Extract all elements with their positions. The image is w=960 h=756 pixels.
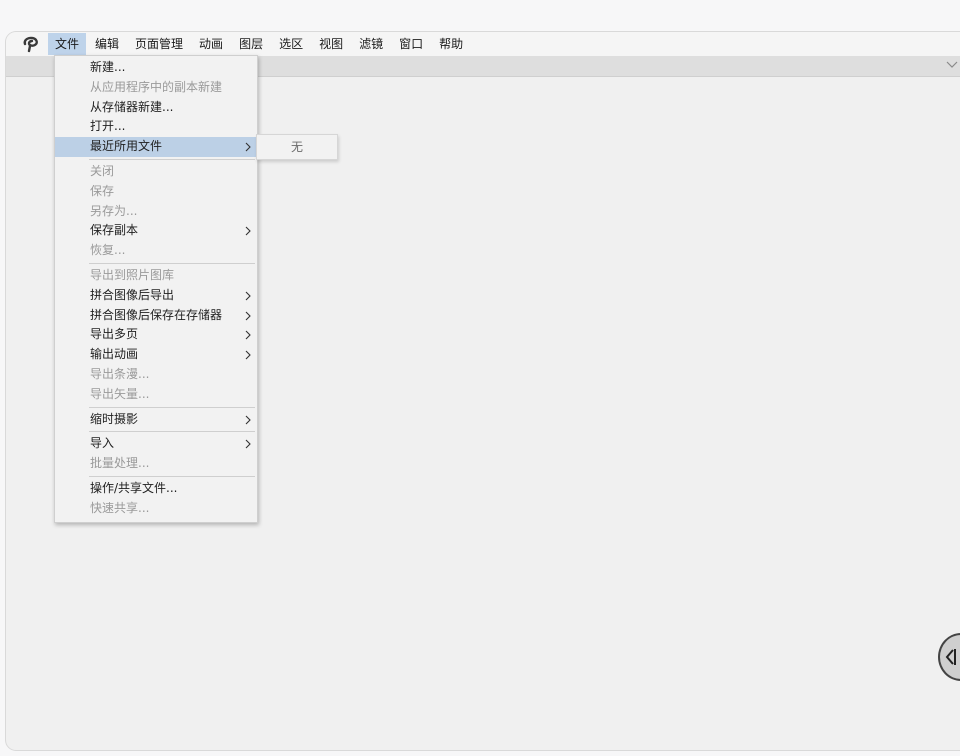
menu-item-timelapse[interactable]: 缩时摄影 (55, 410, 257, 430)
menu-bar: 文件 编辑 页面管理 动画 图层 选区 视图 滤镜 窗口 帮助 (6, 32, 960, 56)
chevron-right-icon (245, 311, 251, 320)
chevron-right-icon (245, 226, 251, 236)
menu-item-export-multiple-pages[interactable]: 导出多页 (55, 325, 257, 345)
menu-item-recent-files[interactable]: 最近所用文件 (55, 137, 257, 157)
chevron-right-icon (245, 142, 251, 152)
chevron-right-icon (245, 439, 251, 449)
menu-item-revert[interactable]: 恢复... (55, 241, 257, 261)
menu-item-close[interactable]: 关闭 (55, 162, 257, 182)
chevron-right-icon (245, 350, 251, 360)
menu-selection[interactable]: 选区 (272, 33, 310, 55)
menu-item-export-flattened[interactable]: 拼合图像后导出 (55, 286, 257, 306)
menu-item-quick-share[interactable]: 快速共享... (55, 499, 257, 519)
menu-item-label: 缩时摄影 (90, 411, 139, 426)
chevron-down-icon[interactable] (946, 59, 958, 71)
chevron-left-icon (945, 649, 956, 665)
menu-item-save-flattened-to-storage[interactable]: 拼合图像后保存在存储器 (55, 306, 257, 326)
menu-item-label: 拼合图像后导出 (90, 287, 175, 302)
menu-edit[interactable]: 编辑 (88, 33, 126, 55)
menu-file[interactable]: 文件 (48, 33, 87, 55)
menu-item-save-as[interactable]: 另存为... (55, 202, 257, 222)
menu-item-save[interactable]: 保存 (55, 182, 257, 202)
menu-item-new-from-app-copy[interactable]: 从应用程序中的副本新建 (55, 78, 257, 98)
menu-layer[interactable]: 图层 (232, 33, 270, 55)
menu-separator (89, 158, 255, 160)
menu-animation[interactable]: 动画 (192, 33, 230, 55)
menu-item-batch-process[interactable]: 批量处理... (55, 454, 257, 474)
chevron-right-icon (245, 330, 251, 340)
menu-window[interactable]: 窗口 (392, 33, 430, 55)
menu-separator (89, 262, 255, 264)
menu-page-management[interactable]: 页面管理 (128, 33, 190, 55)
menu-item-open[interactable]: 打开... (55, 117, 257, 137)
menu-item-export-webtoon[interactable]: 导出条漫... (55, 365, 257, 385)
menu-item-share-file[interactable]: 操作/共享文件... (55, 479, 257, 499)
menu-item-export-to-photos[interactable]: 导出到照片图库 (55, 266, 257, 286)
chevron-right-icon (245, 291, 251, 301)
menu-item-label: 保存副本 (90, 223, 139, 238)
menu-item-save-copy[interactable]: 保存副本 (55, 221, 257, 241)
menu-separator (89, 475, 255, 477)
menu-filter[interactable]: 滤镜 (352, 33, 390, 55)
menu-item-label: 拼合图像后保存在存储器 (90, 307, 223, 322)
chevron-right-icon (245, 415, 251, 424)
menu-item-new[interactable]: 新建... (55, 58, 257, 78)
menu-item-label: 输出动画 (90, 347, 139, 362)
menu-item-export-vector[interactable]: 导出矢量... (55, 385, 257, 405)
recent-files-empty-item[interactable]: 无 (257, 135, 337, 159)
menu-separator (89, 406, 255, 408)
file-menu-dropdown: 新建... 从应用程序中的副本新建 从存储器新建... 打开... 最近所用文件… (54, 55, 258, 523)
recent-files-submenu: 无 (256, 134, 338, 160)
menu-item-import[interactable]: 导入 (55, 434, 257, 454)
menu-item-new-from-storage[interactable]: 从存储器新建... (55, 98, 257, 118)
menu-item-label: 导出多页 (90, 327, 139, 342)
menu-separator (89, 431, 255, 433)
menu-item-label: 导入 (90, 436, 115, 451)
menu-view[interactable]: 视图 (312, 33, 350, 55)
menu-item-label: 最近所用文件 (90, 139, 163, 154)
menu-item-export-animation[interactable]: 输出动画 (55, 345, 257, 365)
clip-studio-logo-icon[interactable] (14, 32, 48, 56)
menu-help[interactable]: 帮助 (432, 33, 470, 55)
